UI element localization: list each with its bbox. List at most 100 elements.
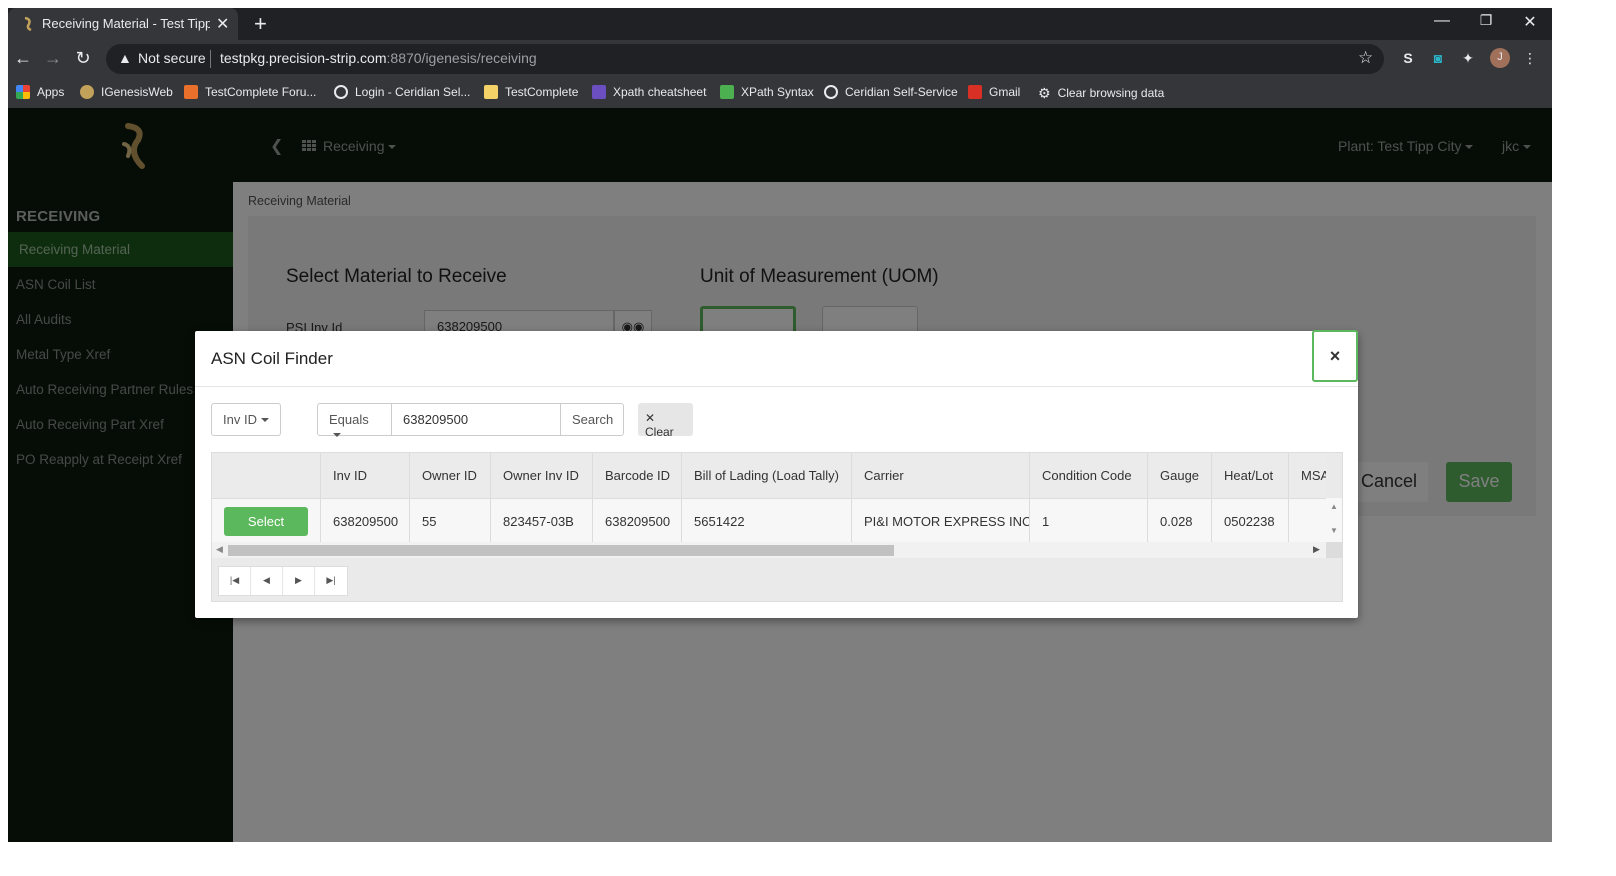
new-tab-button[interactable]: + (254, 11, 267, 37)
extension-icon[interactable]: ◙ (1428, 50, 1448, 70)
clear-label: Clear (645, 425, 674, 439)
header-barcode-id[interactable]: Barcode ID (592, 453, 681, 498)
cell-owner-inv-id: 823457-03B (490, 499, 592, 542)
bookmark-igenesisweb[interactable]: IGenesisWeb (80, 85, 173, 99)
header-inv-id[interactable]: Inv ID (320, 453, 409, 498)
folder-icon (484, 85, 498, 99)
cell-inv-id: 638209500 (320, 499, 409, 542)
browser-window: Receiving Material - Test Tipp Cit ✕ + —… (8, 8, 1552, 842)
header-msa[interactable]: MSA (1288, 453, 1326, 498)
reload-icon[interactable]: ↻ (72, 48, 94, 69)
cell-condition-code: 1 (1029, 499, 1147, 542)
modal-header: ASN Coil Finder × (195, 330, 1358, 387)
header-owner-id[interactable]: Owner ID (409, 453, 490, 498)
restore-button[interactable]: ❐ (1476, 12, 1496, 29)
close-icon: ✕ (645, 411, 656, 425)
menu-dots-icon[interactable]: ⋮ (1520, 50, 1540, 70)
bookmark-label: IGenesisWeb (101, 85, 173, 99)
bookmark-ceridian-login[interactable]: Login - Ceridian Sel... (334, 85, 470, 99)
browser-toolbar: ← → ↻ ▲ Not secure testpkg.precision-str… (8, 40, 1552, 78)
igenesis-favicon-icon (24, 16, 32, 32)
cell-msa (1288, 499, 1326, 542)
asn-coil-finder-modal: ASN Coil Finder × Inv ID Equals 63820950… (195, 330, 1358, 618)
header-heat-lot[interactable]: Heat/Lot (1211, 453, 1288, 498)
bookmark-label: XPath Syntax (741, 85, 814, 99)
bookmark-clear-browsing-data[interactable]: ⚙ Clear browsing data (1038, 85, 1164, 101)
scroll-right-icon[interactable]: ▶ (1313, 544, 1320, 555)
horizontal-scrollbar[interactable]: ◀ ▶ (212, 542, 1326, 558)
cell-bill-of-lading: 5651422 (681, 499, 851, 542)
search-button[interactable]: Search (560, 403, 624, 436)
bookmark-label: Apps (37, 85, 65, 99)
header-bill-of-lading[interactable]: Bill of Lading (Load Tally) (681, 453, 851, 498)
url-text: testpkg.precision-strip.com:8870/igenesi… (220, 50, 537, 66)
minimize-button[interactable]: — (1432, 12, 1452, 30)
scrollbar-thumb[interactable] (228, 545, 894, 556)
bookmark-label: Gmail (989, 85, 1021, 99)
gear-icon: ⚙ (1038, 85, 1051, 101)
header-owner-inv-id[interactable]: Owner Inv ID (490, 453, 592, 498)
close-window-button[interactable]: ✕ (1520, 12, 1540, 32)
clear-button[interactable]: ✕ Clear (638, 403, 693, 439)
bookmark-xpath-syntax[interactable]: XPath Syntax (720, 85, 814, 99)
header-condition-code[interactable]: Condition Code (1029, 453, 1147, 498)
bookmark-label: TestComplete (505, 85, 579, 99)
results-grid: Inv ID Owner ID Owner Inv ID Barcode ID … (211, 452, 1343, 602)
header-carrier[interactable]: Carrier (851, 453, 1029, 498)
warning-icon: ▲ (118, 50, 132, 66)
caret-down-icon (260, 418, 269, 422)
bookmark-testcomplete[interactable]: TestComplete (484, 85, 578, 99)
field-select[interactable]: Inv ID (211, 403, 281, 436)
security-label: Not secure (138, 50, 206, 66)
bookmark-star-icon[interactable]: ☆ (1358, 48, 1373, 68)
gmail-icon (968, 85, 982, 99)
next-page-icon[interactable]: ▶ (283, 567, 315, 595)
puzzle-icon[interactable]: ✦ (1458, 50, 1478, 70)
devhints-icon (592, 85, 606, 99)
bookmark-apps[interactable]: Apps (16, 85, 64, 99)
bookmarks-bar: Apps IGenesisWeb TestComplete Foru... Lo… (8, 78, 1552, 108)
testcomplete-icon (184, 85, 198, 99)
cell-gauge: 0.028 (1147, 499, 1211, 542)
operator-select[interactable]: Equals (317, 403, 392, 437)
back-icon[interactable]: ← (12, 48, 34, 69)
search-input[interactable]: 638209500 (392, 403, 561, 436)
bookmark-xpath-cheatsheet[interactable]: Xpath cheatsheet (592, 85, 706, 99)
url-path: :8870/igenesis/receiving (386, 50, 537, 66)
address-bar[interactable]: ▲ Not secure testpkg.precision-strip.com… (106, 44, 1384, 74)
w3schools-icon (720, 85, 734, 99)
bookmark-gmail[interactable]: Gmail (968, 85, 1020, 99)
pager: |◀ ◀ ▶ ▶| (218, 566, 348, 596)
vertical-scrollbar[interactable]: ▲ ▼ (1326, 498, 1342, 542)
close-tab-icon[interactable]: ✕ (216, 14, 229, 34)
prev-page-icon[interactable]: ◀ (251, 567, 283, 595)
close-modal-button[interactable]: × (1312, 330, 1358, 382)
bookmark-ceridian-self-service[interactable]: Ceridian Self-Service (824, 85, 958, 99)
bookmark-label: Ceridian Self-Service (845, 85, 958, 99)
scroll-left-icon[interactable]: ◀ (216, 544, 223, 555)
last-page-icon[interactable]: ▶| (315, 567, 347, 595)
bookmark-label: Login - Ceridian Sel... (355, 85, 471, 99)
bookmark-label: TestComplete Foru... (205, 85, 317, 99)
tab-strip: Receiving Material - Test Tipp Cit ✕ + —… (8, 8, 1552, 40)
modal-title: ASN Coil Finder (211, 349, 333, 368)
profile-avatar[interactable]: J (1490, 48, 1510, 68)
select-row-button[interactable]: Select (224, 507, 308, 536)
scroll-up-icon[interactable]: ▲ (1330, 502, 1338, 511)
s-extension-icon[interactable]: S (1398, 50, 1418, 70)
bookmark-testcomplete-forum[interactable]: TestComplete Foru... (184, 85, 316, 99)
apps-grid-icon (16, 85, 30, 99)
cell-owner-id: 55 (409, 499, 490, 542)
header-gauge[interactable]: Gauge (1147, 453, 1211, 498)
tab-title: Receiving Material - Test Tipp Cit (42, 16, 210, 31)
app-viewport: ❮ Receiving Plant: Test Tipp City jkc RE… (8, 108, 1552, 842)
forward-icon[interactable]: → (42, 48, 64, 69)
first-page-icon[interactable]: |◀ (219, 567, 251, 595)
cell-heat-lot: 0502238 (1211, 499, 1288, 542)
modal-backdrop-top (8, 108, 1552, 182)
scroll-down-icon[interactable]: ▼ (1330, 526, 1338, 535)
cell-barcode-id: 638209500 (592, 499, 681, 542)
operator-select-value: Equals (329, 412, 369, 427)
browser-tab[interactable]: Receiving Material - Test Tipp Cit ✕ (8, 8, 238, 40)
caret-down-icon (333, 433, 341, 437)
